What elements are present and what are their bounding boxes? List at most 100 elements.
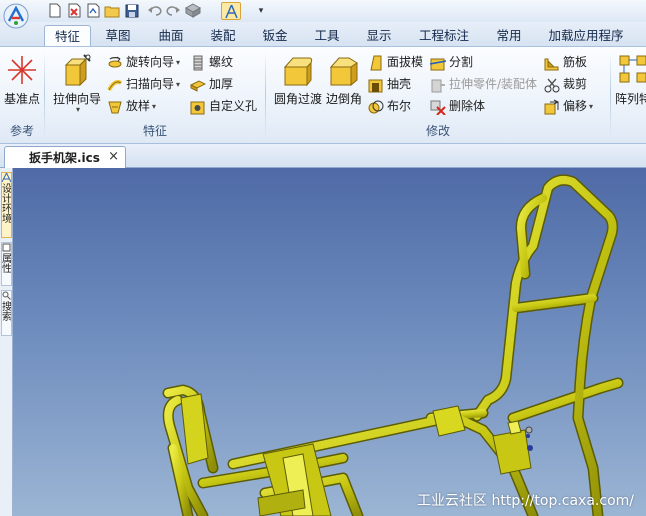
tab-engineering-annotation[interactable]: 工程标注 <box>412 25 476 46</box>
caxa-3d-app-window: ▾ 特征 草图 曲面 装配 钣金 工具 显示 工程标注 常用 加载应用程序 基准… <box>0 0 646 516</box>
side-tab-search[interactable]: 搜索 <box>1 290 12 336</box>
offset-button[interactable]: 偏移 ▾ <box>544 97 593 116</box>
trim-button[interactable]: 裁剪 <box>544 75 587 94</box>
extrude-wizard-icon <box>60 53 94 87</box>
array-button[interactable]: 阵列特 <box>611 53 646 107</box>
new-file-icon[interactable] <box>46 2 64 19</box>
sweep-wizard-button[interactable]: 扫描向导 ▾ <box>107 75 180 94</box>
feature-group-label: 特征 <box>142 124 167 138</box>
revolve-wizard-icon <box>108 56 122 67</box>
open-template-icon[interactable] <box>65 2 83 19</box>
design-element-icon[interactable] <box>221 2 241 20</box>
shell-icon <box>368 79 383 92</box>
tab-assembly[interactable]: 装配 <box>202 25 244 46</box>
split-icon <box>430 58 446 70</box>
sweep-wizard-icon <box>107 79 123 91</box>
revolve-dropdown-caret[interactable]: ▾ <box>176 53 180 72</box>
offset-dropdown-caret[interactable]: ▾ <box>589 97 593 116</box>
close-icon[interactable]: × <box>108 149 119 164</box>
stretch-part-label: 拉伸零件/装配体 <box>449 77 538 91</box>
3d-viewport[interactable]: 工业云社区 http://top.caxa.com/ <box>13 168 646 516</box>
shell-label: 抽壳 <box>387 77 412 91</box>
loft-dropdown-caret[interactable]: ▾ <box>152 97 156 116</box>
sweep-dropdown-caret[interactable]: ▾ <box>176 75 180 94</box>
modify-group: 圆角过渡 边倒角 面拔模 抽壳 布尔 分割 拉伸零件/装配体 删除体 筋板 裁剪… <box>266 47 610 143</box>
quick-access-toolbar: ▾ <box>0 0 646 29</box>
stretch-part-icon <box>431 79 445 92</box>
loft-label: 放样 <box>126 99 151 113</box>
tab-sheet-metal[interactable]: 钣金 <box>254 25 296 46</box>
delete-body-icon <box>430 100 446 115</box>
render-icon[interactable] <box>184 2 202 19</box>
new-drawing-icon[interactable] <box>84 2 102 19</box>
delete-body-button[interactable]: 删除体 <box>430 97 485 116</box>
boolean-label: 布尔 <box>387 99 412 113</box>
draft-label: 面拔模 <box>387 55 424 69</box>
chamfer-icon <box>327 53 361 87</box>
tab-display[interactable]: 显示 <box>358 25 400 46</box>
revolve-wizard-button[interactable]: 旋转向导 ▾ <box>107 53 180 72</box>
thicken-icon <box>190 79 206 92</box>
caxa-logo-icon[interactable] <box>3 3 29 29</box>
thicken-button[interactable]: 加厚 <box>190 75 233 94</box>
redo-icon[interactable] <box>164 2 182 19</box>
document-tab-strip: 扳手机架.ics × <box>0 144 646 168</box>
side-tab-properties-label: 属性 <box>2 254 12 275</box>
loft-button[interactable]: 放样 ▾ <box>107 97 156 116</box>
offset-label: 偏移 <box>563 99 588 113</box>
rib-label: 筋板 <box>563 55 588 69</box>
rib-icon <box>544 58 559 70</box>
side-tab-design-environment-label: 设计环境 <box>2 184 12 225</box>
side-tab-search-label: 搜索 <box>2 302 12 323</box>
fillet-label: 圆角过渡 <box>273 92 322 106</box>
chamfer-label: 边倒角 <box>325 92 362 106</box>
ribbon-panel: 基准点 参考 拉伸向导 ▾ 旋转向导 ▾ 扫描向导 ▾ 放样 ▾ 螺纹 加厚 自… <box>0 46 646 144</box>
extrude-wizard-button[interactable]: 拉伸向导 ▾ <box>50 53 104 114</box>
modify-group-label: 修改 <box>425 124 450 138</box>
thread-label: 螺纹 <box>209 55 234 69</box>
array-label: 阵列特 <box>614 92 646 106</box>
array-icon <box>616 53 646 87</box>
fillet-button[interactable]: 圆角过渡 <box>270 53 326 107</box>
base-point-button[interactable]: 基准点 <box>1 53 43 107</box>
fillet-icon <box>281 53 315 87</box>
tab-common[interactable]: 常用 <box>488 25 530 46</box>
ribbon-tab-bar: 特征 草图 曲面 装配 钣金 工具 显示 工程标注 常用 加载应用程序 <box>0 22 646 47</box>
thicken-label: 加厚 <box>209 77 234 91</box>
rib-button[interactable]: 筋板 <box>544 53 587 72</box>
tab-surface[interactable]: 曲面 <box>150 25 192 46</box>
dropdown-icon[interactable]: ▾ <box>252 2 270 19</box>
properties-icon <box>2 243 11 252</box>
side-panel: 设计环境 属性 搜索 <box>0 168 13 516</box>
thread-button[interactable]: 螺纹 <box>190 53 233 72</box>
custom-hole-button[interactable]: 自定义孔 <box>190 97 257 116</box>
thread-icon <box>193 55 203 70</box>
document-tab-label: 扳手机架.ics <box>29 151 100 165</box>
tab-load-application[interactable]: 加载应用程序 <box>540 25 632 46</box>
trim-label: 裁剪 <box>563 77 588 91</box>
chamfer-button[interactable]: 边倒角 <box>324 53 364 107</box>
split-button[interactable]: 分割 <box>430 53 473 72</box>
boolean-icon <box>368 100 384 113</box>
tab-tools[interactable]: 工具 <box>306 25 348 46</box>
side-tab-design-environment[interactable]: 设计环境 <box>1 172 12 238</box>
draft-button[interactable]: 面拔模 <box>368 53 423 72</box>
reference-group-label: 参考 <box>9 124 34 138</box>
shell-button[interactable]: 抽壳 <box>368 75 411 94</box>
document-tab[interactable]: 扳手机架.ics × <box>4 146 126 168</box>
boolean-button[interactable]: 布尔 <box>368 97 411 116</box>
wrench-frame-model[interactable] <box>13 168 646 516</box>
split-label: 分割 <box>449 55 474 69</box>
side-tab-properties[interactable]: 属性 <box>1 242 12 286</box>
tab-feature[interactable]: 特征 <box>44 25 91 47</box>
tab-sketch[interactable]: 草图 <box>98 25 138 46</box>
save-icon[interactable] <box>123 2 141 19</box>
offset-icon <box>544 99 560 114</box>
undo-icon[interactable] <box>145 2 163 19</box>
revolve-wizard-label: 旋转向导 <box>126 55 175 69</box>
custom-hole-label: 自定义孔 <box>209 99 258 113</box>
sweep-wizard-label: 扫描向导 <box>126 77 175 91</box>
stretch-part-assembly-button[interactable]: 拉伸零件/装配体 <box>430 75 537 94</box>
feature-group: 拉伸向导 ▾ 旋转向导 ▾ 扫描向导 ▾ 放样 ▾ 螺纹 加厚 自定义孔 特征 <box>45 47 265 143</box>
open-folder-icon[interactable] <box>103 2 121 19</box>
